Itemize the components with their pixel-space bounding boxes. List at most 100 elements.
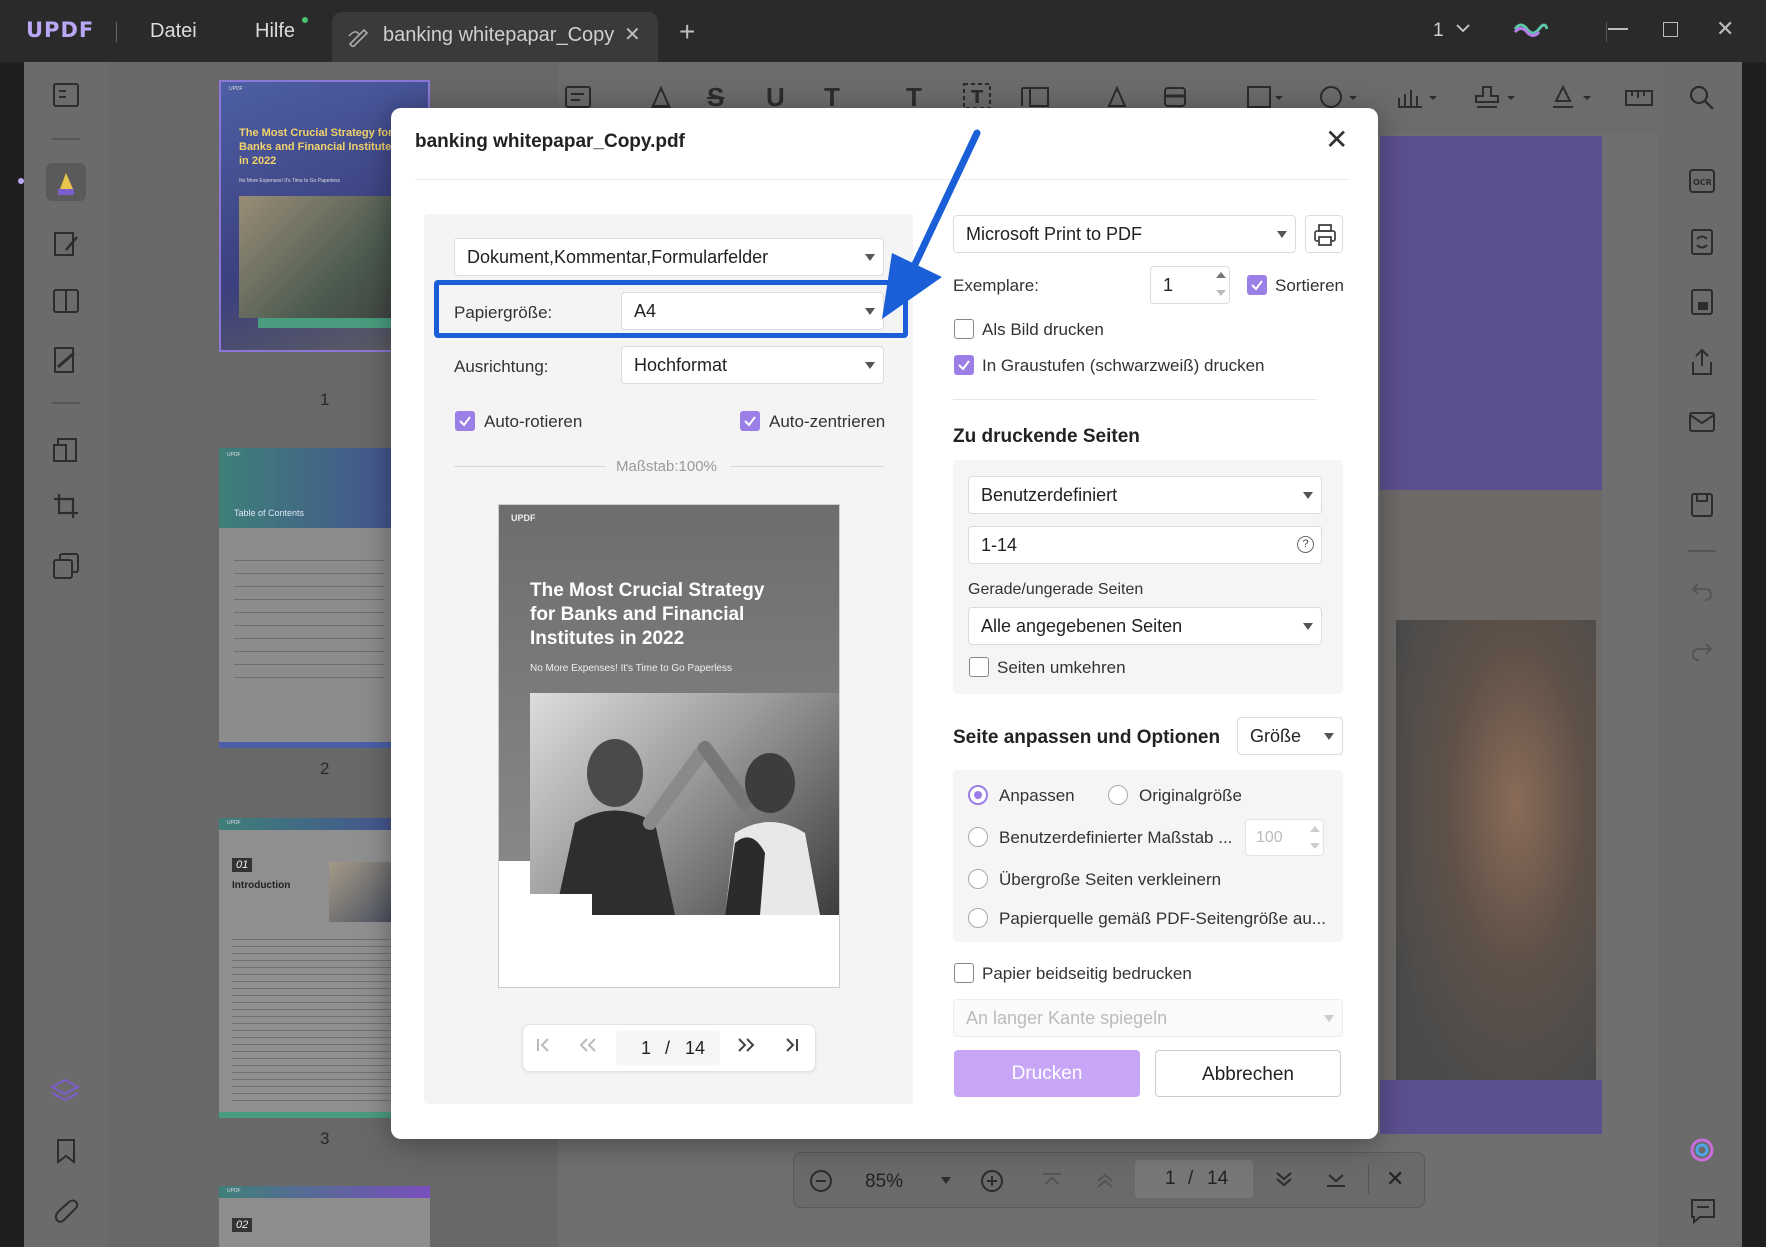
minimize-icon[interactable] <box>1608 28 1628 30</box>
ocr-icon[interactable]: OCR <box>1688 168 1716 194</box>
edit-pdf-icon[interactable] <box>52 230 80 258</box>
printer-settings-button[interactable] <box>1305 215 1343 253</box>
collate-checkbox[interactable] <box>1247 275 1267 295</box>
close-zoom-bar-icon[interactable]: ✕ <box>1386 1166 1404 1192</box>
content-select[interactable]: Dokument,Kommentar,Formularfelder <box>454 238 884 276</box>
undo-icon[interactable] <box>1690 580 1714 602</box>
organize-pages-icon[interactable] <box>52 288 80 314</box>
printer-select[interactable]: Microsoft Print to PDF <box>953 215 1296 253</box>
convert-file-icon[interactable] <box>1690 228 1714 256</box>
original-size-label: Originalgröße <box>1139 786 1242 805</box>
cancel-button[interactable]: Abbrechen <box>1155 1050 1341 1097</box>
current-page[interactable]: 1 <box>1165 1168 1176 1190</box>
orientation-value: Hochformat <box>634 354 728 375</box>
auto-rotate-checkbox[interactable] <box>455 411 475 431</box>
thumbnail-page-4[interactable]: UPDF 02 <box>219 1186 430 1247</box>
attachment-icon[interactable] <box>54 1198 80 1226</box>
first-page-icon[interactable] <box>534 1035 554 1055</box>
auto-center-checkbox[interactable] <box>740 411 760 431</box>
thumb-logo: UPDF <box>229 86 243 92</box>
page-input-box[interactable] <box>1135 1160 1253 1198</box>
new-tab-icon[interactable]: + <box>679 16 695 48</box>
comment-list-icon[interactable] <box>1690 1198 1716 1224</box>
avatar[interactable] <box>1512 18 1548 40</box>
list-icon[interactable] <box>1020 84 1050 110</box>
print-button[interactable]: Drucken <box>954 1050 1140 1097</box>
ai-assistant-icon[interactable] <box>1688 1136 1716 1164</box>
duplex-mode-select[interactable]: An langer Kante spiegeln <box>953 999 1343 1037</box>
eraser-icon[interactable] <box>1162 84 1188 110</box>
chevron-down-icon[interactable] <box>1455 22 1471 34</box>
duplex-label: Papier beidseitig bedrucken <box>982 964 1192 983</box>
crop-icon[interactable] <box>52 492 80 520</box>
preview-current-page[interactable]: 1 <box>641 1038 651 1059</box>
share-icon[interactable] <box>1690 348 1714 376</box>
measure-icon[interactable] <box>1624 86 1654 110</box>
last-page-icon[interactable] <box>1324 1170 1348 1190</box>
reverse-pages-checkbox[interactable] <box>969 657 989 677</box>
highlighter-icon[interactable] <box>648 84 674 110</box>
prev-page-icon[interactable] <box>577 1035 599 1055</box>
next-page-icon[interactable] <box>735 1035 757 1055</box>
shrink-radio[interactable] <box>968 869 988 889</box>
layers-icon[interactable] <box>50 1077 80 1105</box>
stepper-down-icon[interactable] <box>1216 290 1226 296</box>
fit-radio[interactable] <box>968 785 988 805</box>
custom-scale-radio[interactable] <box>968 827 988 847</box>
tab-close-icon[interactable]: ✕ <box>624 22 641 47</box>
redo-icon[interactable] <box>1690 640 1714 662</box>
thumbnail-page-3[interactable]: UPDF 01 Introduction <box>219 818 391 1118</box>
shape-icon[interactable] <box>1246 84 1284 110</box>
comment-tool-button[interactable] <box>46 163 86 201</box>
signature-icon[interactable] <box>1550 84 1594 110</box>
thumb-logo: UPDF <box>227 820 241 826</box>
grayscale-checkbox[interactable] <box>954 355 974 375</box>
stepper-up-icon[interactable] <box>1216 272 1226 278</box>
odd-even-select[interactable]: Alle angegebenen Seiten <box>968 607 1322 645</box>
text-callout-icon[interactable]: T <box>962 82 992 110</box>
reader-icon[interactable] <box>52 82 80 108</box>
thumb-chapter: 01 <box>232 858 253 872</box>
menu-file[interactable]: Datei <box>150 20 197 43</box>
search-icon[interactable] <box>1688 84 1716 112</box>
next-page-icon[interactable] <box>1272 1170 1296 1190</box>
fit-mode-select[interactable]: Größe <box>1237 717 1343 755</box>
zoom-level[interactable]: 85% <box>865 1171 903 1193</box>
window-count[interactable]: 1 <box>1433 20 1444 42</box>
sticker-icon[interactable] <box>1318 84 1358 110</box>
save-icon[interactable] <box>1690 492 1714 518</box>
stamp-icon[interactable] <box>1474 84 1518 110</box>
thumb-chapter: 02 <box>232 1218 253 1232</box>
bookmark-icon[interactable] <box>55 1138 77 1164</box>
close-icon[interactable]: ✕ <box>1325 126 1348 154</box>
fill-sign-icon[interactable] <box>52 345 80 375</box>
zoom-dropdown-icon[interactable] <box>941 1177 951 1184</box>
menu-help[interactable]: Hilfe <box>255 20 295 43</box>
thumbnail-page-2[interactable]: UPDF Table of Contents <box>219 448 391 748</box>
note-icon[interactable] <box>564 84 592 110</box>
convert-icon[interactable] <box>52 436 80 464</box>
page-tools-icon[interactable] <box>52 552 80 580</box>
stepper-up-icon[interactable] <box>1310 826 1320 832</box>
prev-page-icon[interactable] <box>1093 1170 1117 1190</box>
pencil-icon[interactable] <box>1104 84 1130 110</box>
maximize-icon[interactable] <box>1663 22 1678 37</box>
original-size-radio[interactable] <box>1108 785 1128 805</box>
duplex-checkbox[interactable] <box>954 963 974 983</box>
page-range-mode-select[interactable]: Benutzerdefiniert <box>968 476 1322 514</box>
close-window-icon[interactable]: ✕ <box>1716 16 1734 42</box>
mail-icon[interactable] <box>1688 410 1716 434</box>
print-as-image-checkbox[interactable] <box>954 319 974 339</box>
stepper-down-icon[interactable] <box>1310 843 1320 849</box>
orientation-select[interactable]: Hochformat <box>621 346 884 384</box>
chart-icon[interactable] <box>1396 84 1440 110</box>
page-range-input[interactable]: 1-14 <box>968 526 1322 564</box>
protect-icon[interactable] <box>1690 288 1714 316</box>
zoom-out-icon[interactable] <box>808 1168 834 1194</box>
divider <box>1688 550 1716 552</box>
first-page-icon[interactable] <box>1040 1170 1064 1190</box>
paper-source-radio[interactable] <box>968 908 988 928</box>
zoom-in-icon[interactable] <box>979 1168 1005 1194</box>
help-icon[interactable]: ? <box>1297 536 1314 553</box>
last-page-icon[interactable] <box>781 1035 801 1055</box>
